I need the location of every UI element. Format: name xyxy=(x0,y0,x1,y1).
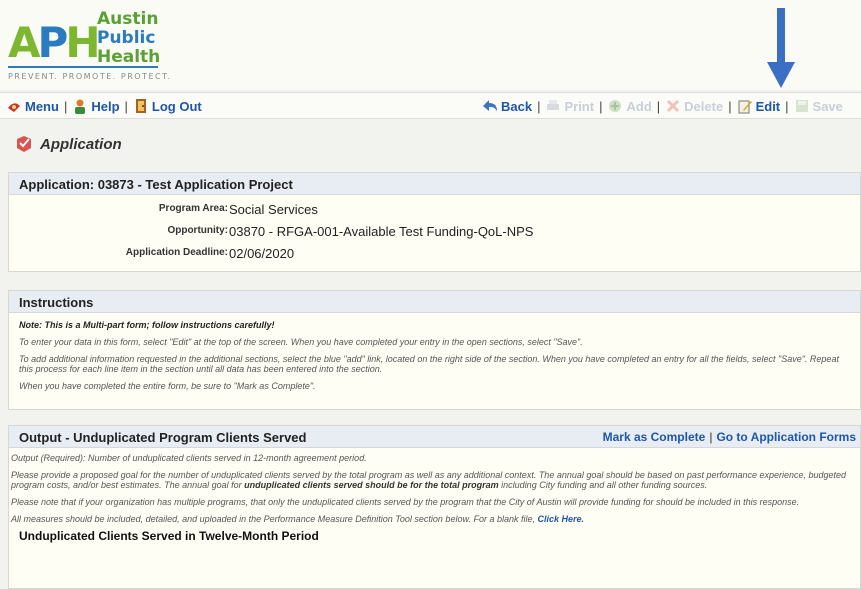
save-button[interactable]: Save xyxy=(794,98,843,114)
delete-label: Delete xyxy=(684,98,724,114)
add-icon xyxy=(609,100,622,112)
output-multiple-programs-text: Please note that if your organization ha… xyxy=(11,497,800,507)
logout-button[interactable]: Log Out xyxy=(133,98,202,114)
menu-icon xyxy=(8,103,20,112)
add-button[interactable]: Add xyxy=(607,98,652,114)
output-title: Output - Unduplicated Program Clients Se… xyxy=(19,430,307,445)
print-label: Print xyxy=(564,98,595,114)
go-to-forms-link[interactable]: Go to Application Forms xyxy=(716,430,856,444)
output-body: Output (Required): Number of unduplicate… xyxy=(9,448,860,542)
instructions-paragraph: To add additional information requested … xyxy=(19,354,839,374)
application-header: Application: 03873 - Test Application Pr… xyxy=(9,173,860,195)
deadline-row: Application Deadline: 02/06/2020 xyxy=(9,243,860,265)
program-area-label: Program Area: xyxy=(158,203,228,214)
logo-divider xyxy=(8,66,158,68)
edit-label: Edit xyxy=(755,98,781,114)
program-area-row: Program Area: Social Services xyxy=(9,199,860,221)
delete-button[interactable]: Delete xyxy=(665,98,723,114)
mark-complete-link[interactable]: Mark as Complete xyxy=(603,430,706,444)
click-here-link[interactable]: Click Here. xyxy=(537,514,584,524)
opportunity-row: Opportunity: 03870 - RFGA-001-Available … xyxy=(9,221,860,243)
add-label: Add xyxy=(626,98,652,114)
save-icon xyxy=(795,100,808,112)
logout-label: Log Out xyxy=(151,98,202,114)
back-arrow-icon xyxy=(483,100,497,111)
program-area-value: Social Services xyxy=(229,202,318,217)
instructions-body: Note: This is a Multi-part form; follow … xyxy=(9,313,860,400)
opportunity-label: Opportunity: xyxy=(167,225,228,236)
help-label: Help xyxy=(91,98,120,114)
logo-wordmark: Austin Public Health xyxy=(97,9,161,67)
site-header: APH Austin Public Health PREVENT. PROMOT… xyxy=(0,0,861,90)
menu-button[interactable]: Menu xyxy=(6,98,59,114)
page-title-text: Application xyxy=(40,135,122,153)
application-icon xyxy=(17,136,31,152)
save-label: Save xyxy=(812,98,843,114)
back-button[interactable]: Back xyxy=(482,98,532,114)
instructions-paragraph: To enter your data in this form, select … xyxy=(19,337,583,347)
page-title: Application xyxy=(14,135,122,153)
toolbar-left: Menu | Help | Log Out xyxy=(6,98,202,114)
deadline-label: Application Deadline: xyxy=(125,247,228,258)
output-panel: Output - Unduplicated Program Clients Se… xyxy=(8,425,861,589)
output-goal-text: Please provide a proposed goal for the n… xyxy=(11,470,847,490)
menu-label: Menu xyxy=(25,98,59,114)
edit-icon xyxy=(738,100,752,114)
print-icon xyxy=(547,100,560,110)
instructions-header: Instructions xyxy=(9,291,860,313)
output-links: Mark as Complete | Go to Application Forms xyxy=(602,430,856,444)
back-label: Back xyxy=(501,98,533,114)
output-required-text: Output (Required): Number of unduplicate… xyxy=(11,453,367,463)
toolbar: Menu | Help | Log Out Back | Print | Add… xyxy=(0,92,861,119)
deadline-value: 02/06/2020 xyxy=(229,246,295,261)
output-header: Output - Unduplicated Program Clients Se… xyxy=(9,426,860,448)
aph-logo: APH xyxy=(8,18,100,67)
instructions-panel: Instructions Note: This is a Multi-part … xyxy=(8,290,861,410)
logo-tagline: PREVENT. PROMOTE. PROTECT. xyxy=(8,72,172,81)
help-icon xyxy=(75,99,86,114)
delete-icon xyxy=(667,99,680,113)
annotation-arrow-icon xyxy=(767,8,795,88)
unduplicated-clients-heading: Unduplicated Clients Served in Twelve-Mo… xyxy=(19,529,319,543)
edit-button[interactable]: Edit xyxy=(737,98,781,114)
output-measures-text: All measures should be included, detaile… xyxy=(11,514,585,524)
logout-icon xyxy=(135,99,146,113)
instructions-paragraph: When you have completed the entire form,… xyxy=(19,381,316,391)
print-button[interactable]: Print xyxy=(545,98,594,114)
opportunity-value: 03870 - RFGA-001-Available Test Funding-… xyxy=(229,224,534,239)
application-panel: Application: 03873 - Test Application Pr… xyxy=(8,172,861,272)
instructions-note: Note: This is a Multi-part form; follow … xyxy=(19,320,275,330)
help-button[interactable]: Help xyxy=(72,98,120,114)
toolbar-right: Back | Print | Add | Delete | Edit | Sav… xyxy=(482,98,843,114)
